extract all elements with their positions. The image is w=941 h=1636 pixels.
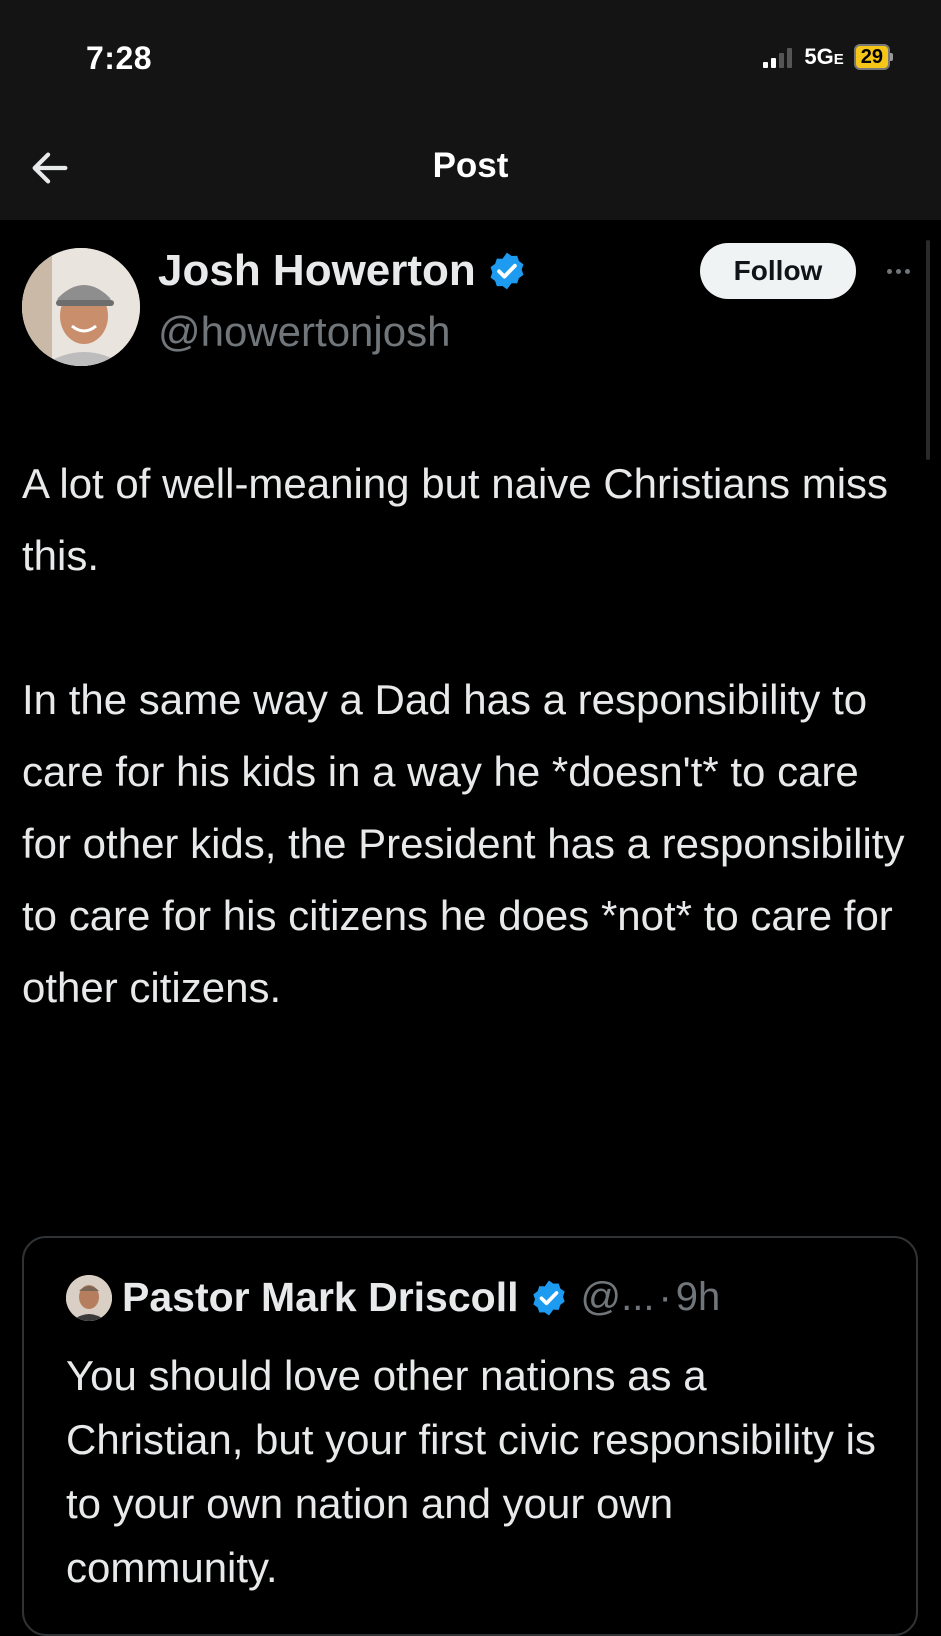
verified-badge-icon <box>532 1280 565 1315</box>
quoted-post-text: You should love other nations as a Chris… <box>66 1352 876 1591</box>
status-time: 7:28 <box>86 40 153 76</box>
scroll-indicator <box>926 240 930 460</box>
post-paragraph: A lot of well-meaning but naive Christia… <box>22 460 889 579</box>
post-body: A lot of well-meaning but naive Christia… <box>22 448 912 1024</box>
quoted-post-time: 9h <box>675 1275 721 1319</box>
status-indicators: 5GE 29 <box>763 44 893 70</box>
signal-strength-icon <box>763 46 793 68</box>
more-horizontal-icon[interactable] <box>876 256 920 286</box>
post-paragraph: In the same way a Dad has a responsibili… <box>22 676 905 1011</box>
page-title: Post <box>432 146 509 185</box>
author-name[interactable]: Josh Howerton <box>158 246 476 296</box>
battery-level: 29 <box>853 44 890 70</box>
quoted-author-handle: @... <box>580 1275 655 1319</box>
quoted-author-avatar <box>66 1274 112 1321</box>
author-avatar[interactable] <box>22 248 140 366</box>
quoted-avatar-image <box>66 1274 112 1321</box>
avatar-image <box>22 248 140 366</box>
author-handle[interactable]: @howertonjosh <box>158 308 450 356</box>
nav-header: Post <box>0 120 941 220</box>
follow-button[interactable]: Follow <box>700 243 856 299</box>
quoted-author-name: Pastor Mark Driscoll <box>122 1274 519 1320</box>
author-name-row: Josh Howerton <box>158 246 528 296</box>
battery-icon: 29 <box>853 44 893 70</box>
network-type: 5GE <box>804 44 843 70</box>
verified-badge-icon <box>490 252 524 290</box>
status-bar: 7:28 5GE 29 <box>0 0 941 120</box>
network-suffix: E <box>833 51 844 68</box>
quoted-post-header: Pastor Mark Driscoll @... · 9h <box>66 1274 720 1321</box>
network-label: 5G <box>804 44 834 69</box>
separator-dot: · <box>658 1275 672 1319</box>
quoted-post-card[interactable]: Pastor Mark Driscoll @... · 9h You shoul… <box>22 1236 918 1636</box>
